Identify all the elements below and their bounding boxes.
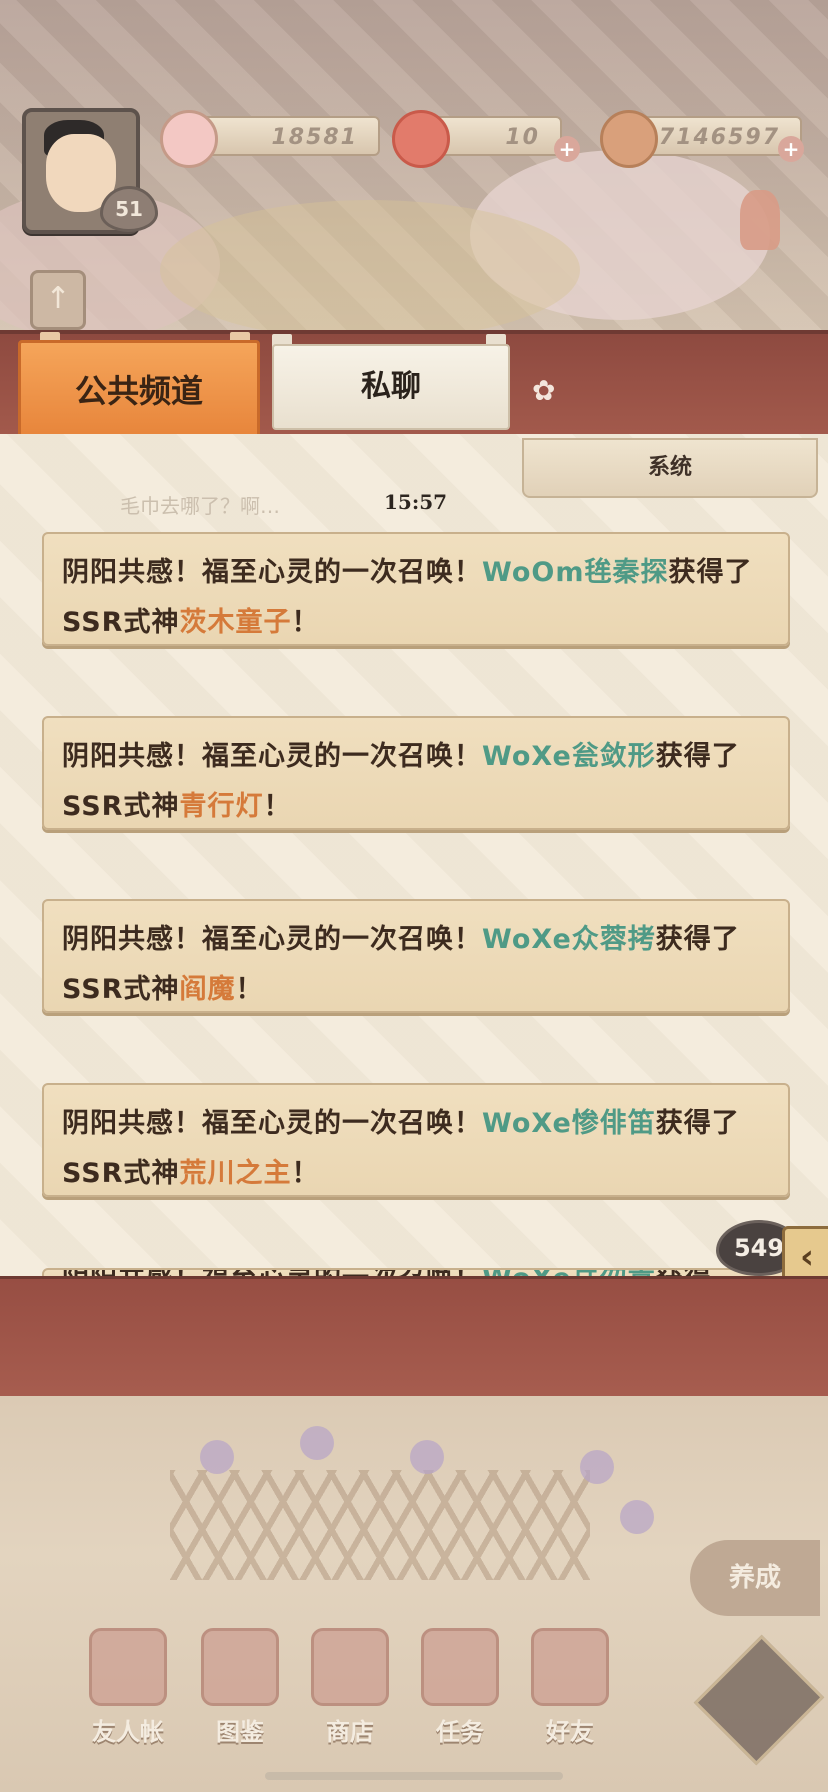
system-filter-button[interactable]: 系统 [522, 438, 818, 498]
flower-decoration [410, 1440, 444, 1474]
upgrade-arrow-button[interactable]: ↑ [30, 270, 86, 330]
message-suffix: ！ [263, 791, 292, 822]
message-prefix: 阴阳共感！福至心灵的一次召唤！ [62, 1108, 482, 1139]
player-name[interactable]: WoXe瓮敛形 [482, 741, 656, 772]
system-message[interactable]: 阴阳共感！福至心灵的一次召唤！WoXe瓮敛形获得了SSR式神青行灯！ [42, 716, 790, 830]
nav-label: 商店 [326, 1718, 374, 1746]
message-prefix: 阴阳共感！福至心灵的一次召唤！ [62, 741, 482, 772]
shikigami-name[interactable]: 青行灯 [179, 791, 263, 822]
nav-friends[interactable]: 好友 [522, 1628, 618, 1746]
faded-message: 毛巾去哪了？啊… [120, 494, 280, 518]
illustrated-book-icon [201, 1628, 279, 1706]
coin-icon [600, 110, 658, 168]
message-prefix: 阴阳共感！福至心灵的一次召唤！ [62, 557, 482, 588]
nav-illustrated-book[interactable]: 图鉴 [192, 1628, 288, 1746]
nav-shop[interactable]: 商店 [302, 1628, 398, 1746]
add-jade-button[interactable]: + [554, 136, 580, 162]
nav-label: 友人帐 [92, 1718, 164, 1746]
system-message[interactable]: 阴阳共感！福至心灵的一次召唤！WoOm毪秦探获得了SSR式神茨木童子！ [42, 532, 790, 646]
tab-private-chat[interactable]: 私聊 [272, 344, 510, 430]
ground-decoration [160, 200, 580, 340]
jade-icon [392, 110, 450, 168]
system-message[interactable]: 阴阳共感！福至心灵的一次召唤！WoXe惨俳笛获得了SSR式神荒川之主！ [42, 1083, 790, 1197]
friends-icon [531, 1628, 609, 1706]
nurture-button[interactable]: 养成 [690, 1540, 820, 1616]
player-name[interactable]: WoXe众蓉拷 [482, 924, 656, 955]
home-indicator[interactable] [265, 1772, 563, 1780]
message-timestamp: 15:57 [384, 490, 448, 514]
shikigami-name[interactable]: 茨木童子 [179, 607, 291, 638]
koi-fish-icon[interactable] [740, 190, 780, 250]
message-suffix: ！ [235, 974, 264, 1005]
flower-decoration [580, 1450, 614, 1484]
friend-book-icon [89, 1628, 167, 1706]
player-level-badge: 51 [100, 186, 158, 232]
message-suffix: ！ [291, 1158, 320, 1189]
task-icon [421, 1628, 499, 1706]
nav-label: 图鉴 [216, 1718, 264, 1746]
nav-label: 任务 [436, 1718, 484, 1746]
bottom-strip [0, 1276, 828, 1402]
message-suffix: ！ [291, 607, 320, 638]
shop-icon [311, 1628, 389, 1706]
message-prefix: 阴阳共感！福至心灵的一次召唤！ [62, 924, 482, 955]
player-name[interactable]: WoXe惨俳笛 [482, 1108, 656, 1139]
nav-task[interactable]: 任务 [412, 1628, 508, 1746]
sakura-petal-icon: ✿ [532, 374, 556, 407]
nav-friend-book[interactable]: 友人帐 [80, 1628, 176, 1746]
player-name[interactable]: WoOm毪秦探 [482, 557, 668, 588]
flower-decoration [200, 1440, 234, 1474]
flower-decoration [300, 1426, 334, 1460]
add-coin-button[interactable]: + [778, 136, 804, 162]
shikigami-name[interactable]: 阎魔 [179, 974, 235, 1005]
flower-decoration [620, 1500, 654, 1534]
nav-label: 好友 [546, 1718, 594, 1746]
sakura-icon [160, 110, 218, 168]
fence-decoration [170, 1470, 590, 1580]
system-message[interactable]: 阴阳共感！福至心灵的一次召唤！WoXe众蓉拷获得了SSR式神阎魔！ [42, 899, 790, 1013]
tab-public-channel[interactable]: 公共频道 [18, 340, 260, 442]
shikigami-name[interactable]: 荒川之主 [179, 1158, 291, 1189]
